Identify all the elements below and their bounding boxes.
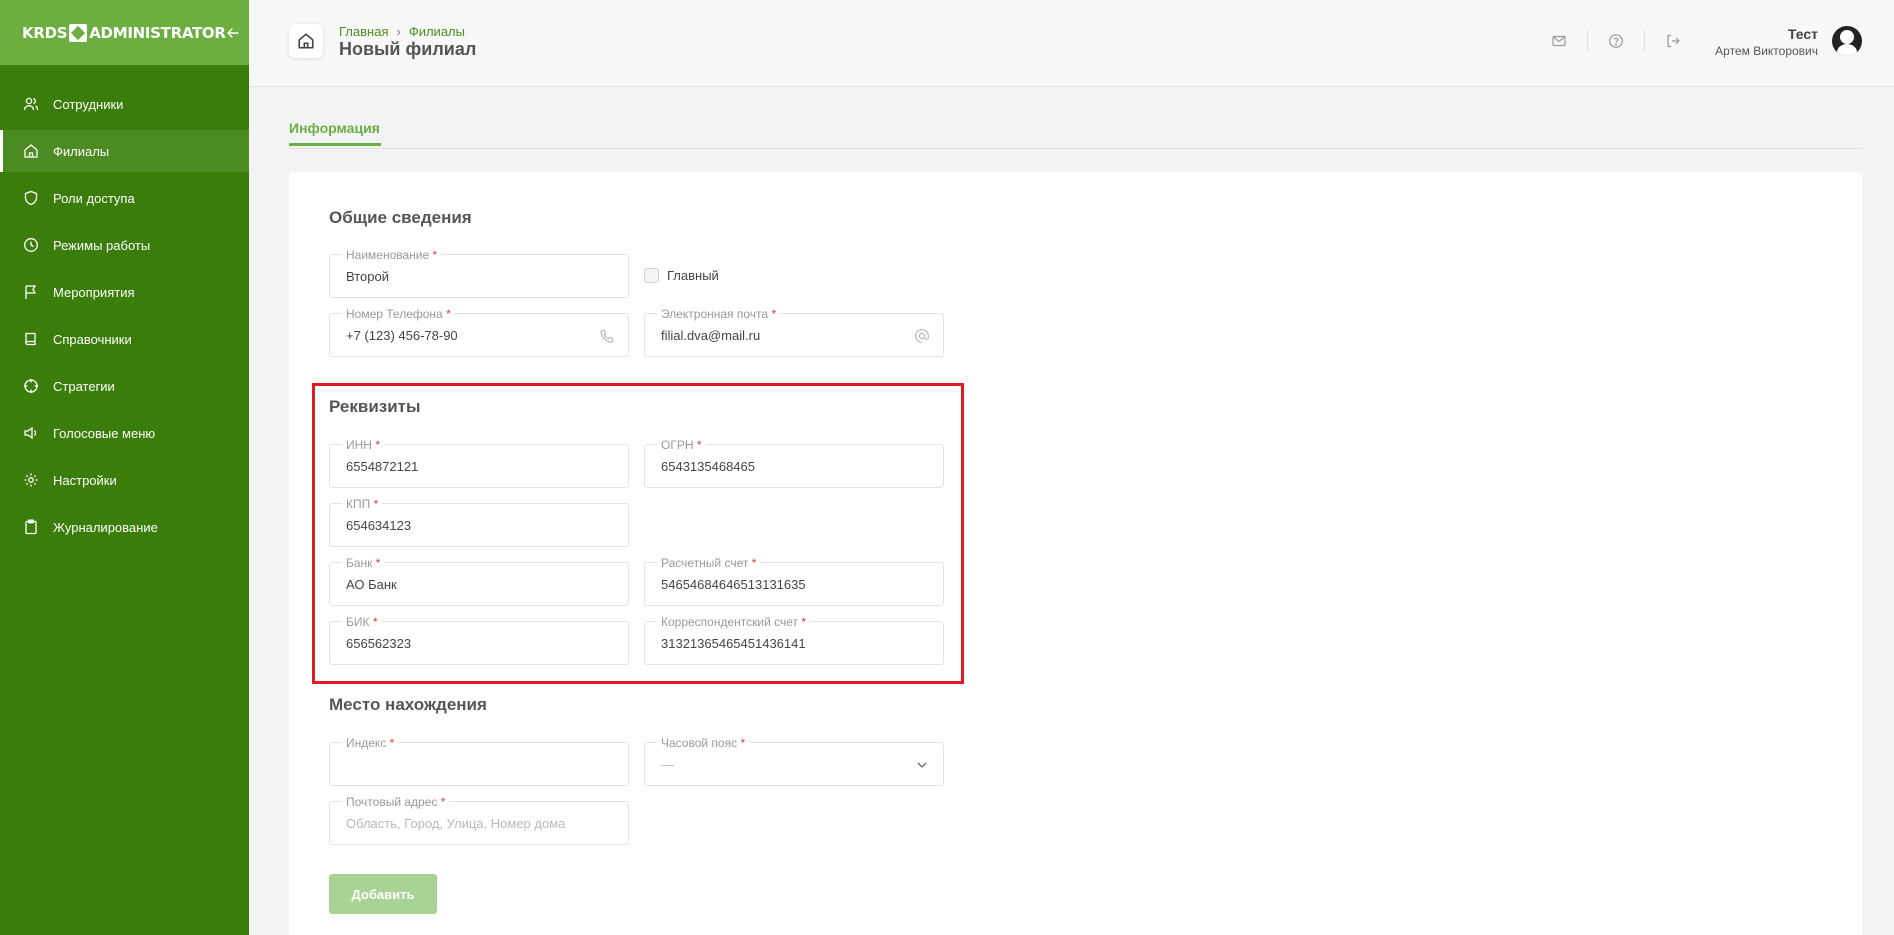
add-button[interactable]: Добавить (329, 874, 437, 914)
sidebar-item-label: Стратегии (53, 378, 115, 394)
logo-text-right: ADMINISTRATOR (89, 23, 226, 42)
sidebar-item-settings[interactable]: Настройки (0, 459, 249, 501)
sidebar-nav: Сотрудники Филиалы Роли доступа Режимы р… (0, 83, 249, 548)
sidebar-item-strategies[interactable]: Стратегии (0, 365, 249, 407)
home-icon (298, 33, 314, 49)
phone-field[interactable]: Номер Телефона * +7 (123) 456-78-90 (329, 307, 629, 357)
tab-information[interactable]: Информация (289, 120, 381, 146)
field-value: filial.dva@mail.ru (661, 328, 761, 343)
logo-text-left: KRDS (22, 23, 68, 42)
sidebar-item-label: Роли доступа (53, 190, 135, 206)
at-sign-icon (913, 327, 931, 345)
speaker-icon (22, 424, 40, 442)
logo: KRDS ADMINISTRATOR (22, 23, 226, 42)
logout-button[interactable] (1663, 31, 1683, 51)
home-button[interactable] (289, 24, 323, 58)
logo-cube-icon (69, 23, 88, 42)
user-subtitle: Артем Викторович (1715, 44, 1818, 58)
field-label: Индекс * (342, 736, 399, 750)
sidebar-item-logging[interactable]: Журналирование (0, 506, 249, 548)
sidebar-header: KRDS ADMINISTRATOR (0, 0, 249, 65)
avatar[interactable] (1832, 26, 1862, 56)
mail-icon (1552, 35, 1566, 47)
sidebar: KRDS ADMINISTRATOR Сотрудники Филиалы Ро… (0, 0, 249, 935)
crosshair-icon (22, 377, 40, 395)
field-placeholder: Область, Город, Улица, Номер дома (346, 816, 566, 831)
timezone-select[interactable]: Часовой пояс * — (644, 736, 944, 786)
field-label: Часовой пояс * (657, 736, 750, 750)
field-label: Электронная почта * (657, 307, 781, 321)
breadcrumb: Главная › Филиалы (339, 24, 465, 39)
sidebar-item-label: Филиалы (53, 143, 110, 159)
page-title: Новый филиал (339, 39, 477, 59)
logout-icon (1667, 34, 1680, 48)
clipboard-icon (22, 518, 40, 536)
field-value: Второй (346, 269, 389, 284)
sidebar-item-work-modes[interactable]: Режимы работы (0, 224, 249, 266)
tab-bar: Информация (289, 110, 1862, 149)
address-field[interactable]: Почтовый адрес * Область, Город, Улица, … (329, 795, 629, 845)
field-label: Наименование * (342, 248, 442, 262)
users-icon (22, 95, 40, 113)
collapse-sidebar-button[interactable] (226, 23, 240, 43)
sidebar-item-label: Мероприятия (53, 284, 135, 300)
mail-button[interactable] (1549, 31, 1569, 51)
field-value: +7 (123) 456-78-90 (346, 328, 458, 343)
phone-icon (598, 327, 616, 345)
gear-icon (22, 471, 40, 489)
arrow-left-icon (226, 27, 239, 38)
top-header: Главная › Филиалы Новый филиал Тест Арте… (249, 0, 1894, 87)
sidebar-item-label: Справочники (53, 331, 132, 347)
clock-icon (22, 236, 40, 254)
sidebar-item-employees[interactable]: Сотрудники (0, 83, 249, 125)
field-label: Номер Телефона * (342, 307, 455, 321)
sidebar-item-label: Сотрудники (53, 96, 124, 112)
help-button[interactable] (1606, 31, 1626, 51)
sidebar-item-access-roles[interactable]: Роли доступа (0, 177, 249, 219)
main-branch-checkbox-row[interactable]: Главный (644, 268, 719, 283)
sidebar-item-label: Голосовые меню (53, 425, 156, 441)
sidebar-item-directories[interactable]: Справочники (0, 318, 249, 360)
breadcrumb-separator: › (396, 24, 401, 39)
field-label: Почтовый адрес * (342, 795, 450, 809)
checkbox-label: Главный (667, 268, 719, 283)
header-divider (1644, 30, 1645, 52)
flag-icon (22, 283, 40, 301)
header-actions (1549, 30, 1683, 52)
main-branch-checkbox[interactable] (644, 268, 659, 283)
email-field[interactable]: Электронная почта * filial.dva@mail.ru (644, 307, 944, 357)
index-field[interactable]: Индекс * (329, 736, 629, 786)
sidebar-item-branches[interactable]: Филиалы (0, 130, 249, 172)
chevron-down-icon (913, 756, 931, 774)
field-value: — (661, 757, 674, 772)
breadcrumb-branches-link[interactable]: Филиалы (409, 24, 465, 39)
requisites-highlight-box (312, 383, 964, 684)
header-divider (1587, 30, 1588, 52)
home-icon (22, 142, 40, 160)
sidebar-item-events[interactable]: Мероприятия (0, 271, 249, 313)
section-title-general: Общие сведения (329, 208, 472, 227)
name-field[interactable]: Наименование * Второй (329, 248, 629, 298)
help-icon (1609, 34, 1623, 48)
sidebar-item-label: Режимы работы (53, 237, 151, 253)
shield-icon (22, 189, 40, 207)
section-title-location: Место нахождения (329, 695, 487, 714)
book-icon (22, 330, 40, 348)
sidebar-item-label: Настройки (53, 472, 117, 488)
breadcrumb-home-link[interactable]: Главная (339, 24, 388, 39)
sidebar-item-voice-menus[interactable]: Голосовые меню (0, 412, 249, 454)
user-info[interactable]: Тест Артем Викторович (1715, 26, 1818, 58)
user-name: Тест (1787, 26, 1818, 42)
sidebar-item-label: Журналирование (53, 519, 158, 535)
